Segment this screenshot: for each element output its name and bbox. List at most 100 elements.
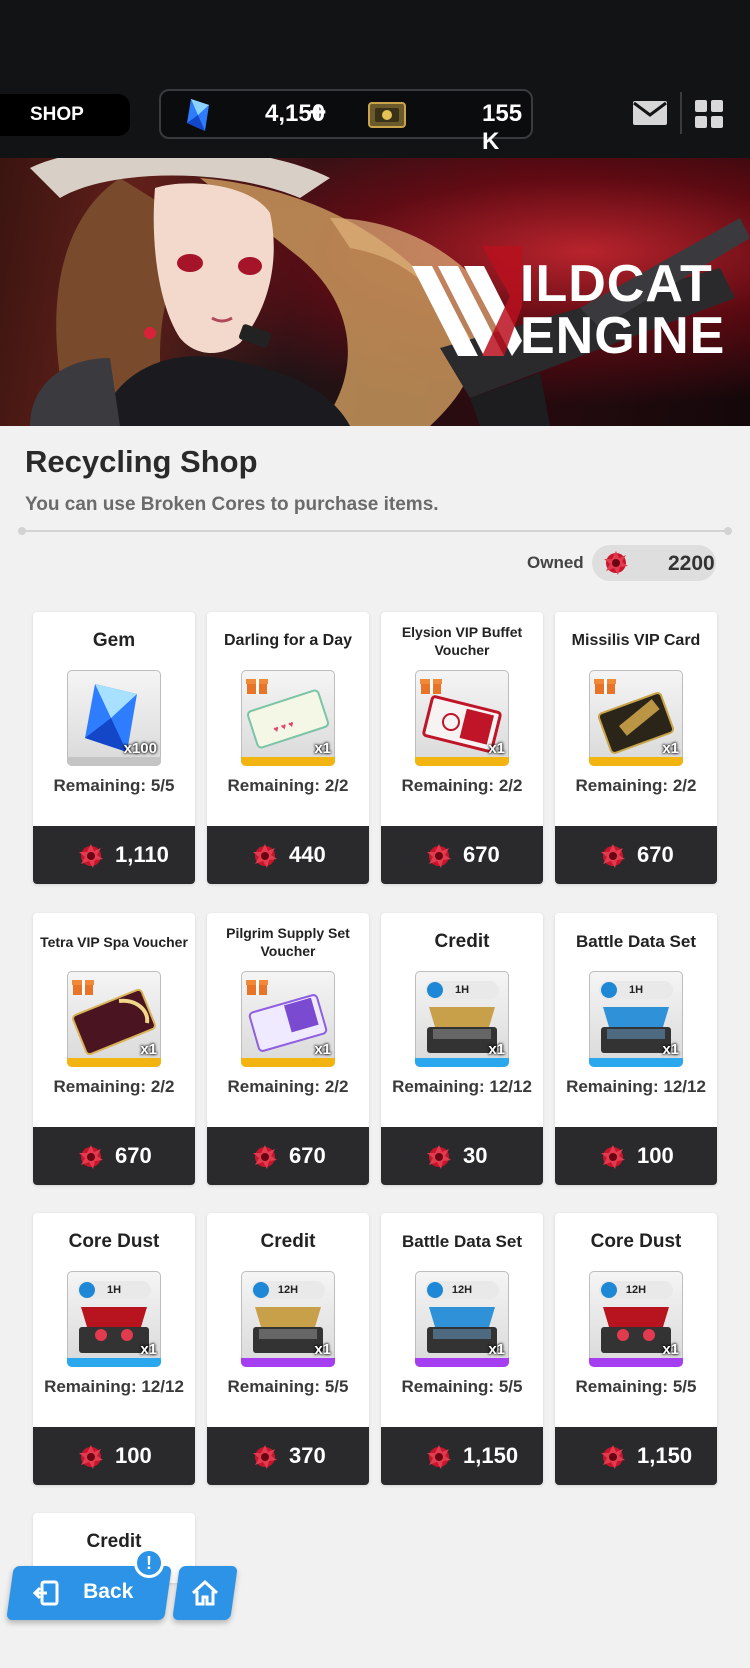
item-name: Gem bbox=[92, 630, 136, 651]
remaining-count: Remaining: 2/2 bbox=[575, 776, 697, 795]
remaining-count: Remaining: 5/5 bbox=[575, 1377, 697, 1396]
broken-core-icon bbox=[601, 1445, 625, 1469]
remaining-count: Remaining: 5/5 bbox=[401, 1377, 523, 1396]
item-price: 1,150 bbox=[637, 1443, 693, 1468]
price-bar[interactable]: 370 bbox=[207, 1427, 369, 1485]
item-quantity: x1 bbox=[314, 740, 331, 757]
rarity-bar bbox=[241, 757, 335, 766]
section-label: SHOP bbox=[0, 94, 130, 136]
item-quantity: x1 bbox=[488, 740, 505, 757]
item-quantity: x1 bbox=[488, 1041, 505, 1058]
item-name: Darling for a Day bbox=[223, 632, 353, 649]
broken-core-icon bbox=[427, 1145, 451, 1169]
shop-item-card[interactable]: Tetra VIP Spa Voucher x1 Remaining: 2/2 … bbox=[33, 913, 195, 1185]
shop-item-card[interactable]: Missilis VIP Card x1 Remaining: 2/2 670 bbox=[555, 612, 717, 884]
item-name: Credit bbox=[86, 1531, 142, 1552]
shop-item-card[interactable]: Core Dust 1H x1 Remaining: 12/12 100 bbox=[33, 1213, 195, 1485]
broken-core-icon bbox=[253, 1145, 277, 1169]
item-image: 1H x1 bbox=[589, 971, 683, 1067]
rarity-bar bbox=[415, 1358, 509, 1367]
logo-line1: ILDCAT bbox=[520, 255, 713, 313]
event-banner[interactable]: ILDCAT ENGINE bbox=[0, 158, 750, 426]
banner-logo: ILDCAT ENGINE bbox=[412, 246, 732, 386]
rarity-bar bbox=[241, 1358, 335, 1367]
broken-core-icon bbox=[79, 844, 103, 868]
broken-core-icon bbox=[601, 1145, 625, 1169]
owned-label: Owned bbox=[527, 553, 584, 572]
price-bar[interactable]: 1,110 bbox=[33, 826, 195, 884]
item-image: x1 bbox=[589, 670, 683, 766]
item-name: Core Dust bbox=[590, 1231, 682, 1252]
item-name: Battle Data Set bbox=[402, 1232, 522, 1251]
credit-icon bbox=[368, 102, 406, 128]
remaining-count: Remaining: 5/5 bbox=[53, 776, 175, 795]
item-image: x1 bbox=[415, 670, 509, 766]
item-price: 100 bbox=[115, 1443, 152, 1468]
price-bar[interactable]: 30 bbox=[381, 1127, 543, 1185]
rarity-bar bbox=[589, 757, 683, 766]
gem-icon bbox=[187, 99, 209, 131]
currency-display: 4,150 + 155 K bbox=[159, 89, 533, 155]
item-name: Core Dust bbox=[68, 1231, 160, 1252]
item-quantity: x100 bbox=[123, 740, 157, 757]
broken-core-icon bbox=[601, 844, 625, 868]
price-bar[interactable]: 100 bbox=[555, 1127, 717, 1185]
shop-item-card[interactable]: Elysion VIP Buffet Voucher x1 Remaining:… bbox=[381, 612, 543, 884]
page-title: Recycling Shop bbox=[25, 444, 258, 479]
divider bbox=[18, 527, 732, 535]
item-name: Tetra VIP Spa Voucher bbox=[40, 934, 188, 950]
item-image: x100 bbox=[67, 670, 161, 766]
price-bar[interactable]: 670 bbox=[555, 826, 717, 884]
price-bar[interactable]: 670 bbox=[33, 1127, 195, 1185]
item-image: 1H x1 bbox=[67, 1271, 161, 1367]
shop-item-card[interactable]: Core Dust 12H x1 Remaining: 5/5 1,150 bbox=[555, 1213, 717, 1485]
broken-core-icon bbox=[604, 551, 628, 575]
shop-item-card[interactable]: Gem x100 Remaining: 5/5 1,110 bbox=[33, 612, 195, 884]
item-price: 370 bbox=[289, 1443, 326, 1468]
rarity-bar bbox=[241, 1058, 335, 1067]
item-quantity: x1 bbox=[488, 1341, 505, 1358]
item-image: x1 bbox=[241, 971, 335, 1067]
broken-core-icon bbox=[79, 1145, 103, 1169]
owned-cores: 2200 bbox=[592, 545, 716, 581]
broken-core-icon bbox=[427, 1445, 451, 1469]
broken-core-icon bbox=[253, 1445, 277, 1469]
credit-count: 155 K bbox=[482, 100, 523, 155]
home-button[interactable] bbox=[172, 1566, 238, 1620]
mail-icon[interactable] bbox=[632, 100, 668, 126]
item-quantity: x1 bbox=[662, 1041, 679, 1058]
item-name: Battle Data Set bbox=[576, 932, 696, 951]
remaining-count: Remaining: 2/2 bbox=[401, 776, 523, 795]
rarity-bar bbox=[415, 1058, 509, 1067]
price-bar[interactable]: 670 bbox=[207, 1127, 369, 1185]
divider bbox=[680, 92, 682, 134]
rarity-bar bbox=[67, 1058, 161, 1067]
item-name: Pilgrim Supply Set Voucher bbox=[226, 925, 350, 959]
price-bar[interactable]: 100 bbox=[33, 1427, 195, 1485]
item-name: Credit bbox=[260, 1231, 316, 1252]
top-bar: SHOP 4,150 + 155 K bbox=[0, 0, 750, 158]
price-bar[interactable]: 440 bbox=[207, 826, 369, 884]
rarity-bar bbox=[589, 1058, 683, 1067]
shop-item-card[interactable]: Darling for a Day ♥ ♥ ♥ x1 Remaining: 2/… bbox=[207, 612, 369, 884]
price-bar[interactable]: 1,150 bbox=[555, 1427, 717, 1485]
shop-item-card[interactable]: Battle Data Set 12H x1 Remaining: 5/5 1,… bbox=[381, 1213, 543, 1485]
shop-item-card[interactable]: Credit 1H x1 Remaining: 12/12 30 bbox=[381, 913, 543, 1185]
broken-core-icon bbox=[79, 1445, 103, 1469]
item-quantity: x1 bbox=[140, 1041, 157, 1058]
item-price: 440 bbox=[289, 842, 326, 867]
price-bar[interactable]: 670 bbox=[381, 826, 543, 884]
shop-item-card[interactable]: Pilgrim Supply Set Voucher x1 Remaining:… bbox=[207, 913, 369, 1185]
item-name: Elysion VIP Buffet Voucher bbox=[401, 624, 523, 658]
shop-item-card[interactable]: Battle Data Set 1H x1 Remaining: 12/12 1… bbox=[555, 913, 717, 1185]
shop-item-card[interactable]: Credit 12H x1 Remaining: 5/5 370 bbox=[207, 1213, 369, 1485]
notification-badge: ! bbox=[134, 1548, 164, 1578]
remaining-count: Remaining: 5/5 bbox=[227, 1377, 349, 1396]
menu-icon[interactable] bbox=[695, 100, 723, 128]
price-bar[interactable]: 1,150 bbox=[381, 1427, 543, 1485]
buy-gems-button[interactable]: + bbox=[309, 96, 327, 130]
item-image: ♥ ♥ ♥ x1 bbox=[241, 670, 335, 766]
page-subtitle: You can use Broken Cores to purchase ite… bbox=[25, 494, 439, 515]
item-price: 670 bbox=[115, 1143, 152, 1168]
remaining-count: Remaining: 12/12 bbox=[392, 1077, 532, 1096]
